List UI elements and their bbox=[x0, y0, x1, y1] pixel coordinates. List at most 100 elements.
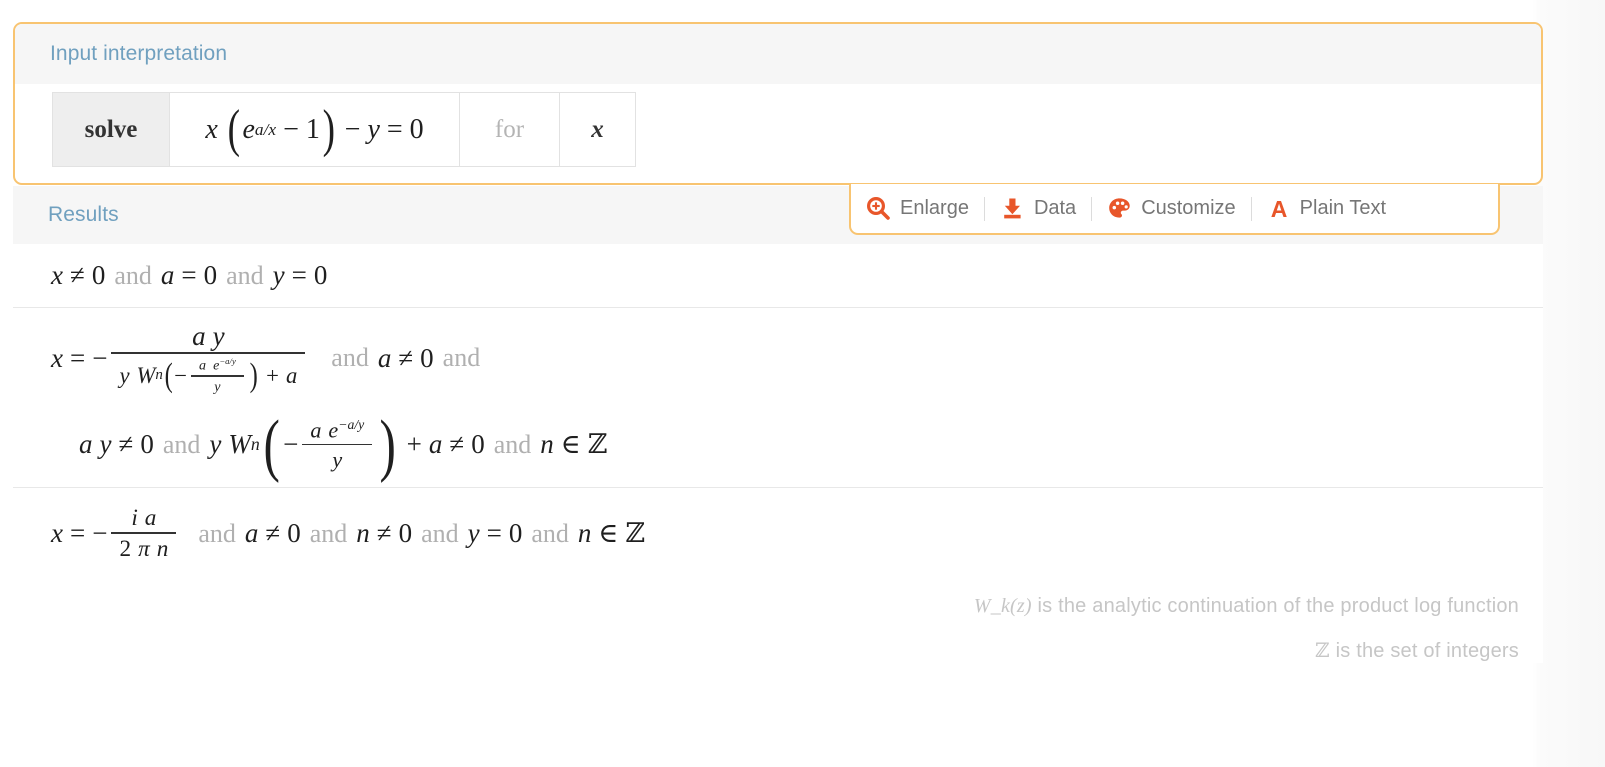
equation-cell: x(e a/x −1) − y = 0 bbox=[170, 93, 460, 166]
input-interpretation-pod: Input interpretation solve x(e a/x −1) − y = 0… bbox=[13, 22, 1543, 185]
input-interpretation-body: solve x(e a/x −1) − y = 0 for x bbox=[15, 84, 1541, 167]
result-1-expression: x ≠ 0 and a = 0 and y = 0 bbox=[51, 260, 1505, 291]
r2b-n: n bbox=[540, 429, 554, 460]
r2b-zero-1: 0 bbox=[140, 429, 154, 460]
r2b-y: y bbox=[99, 429, 112, 460]
download-icon bbox=[1000, 196, 1025, 221]
r3-eq: = bbox=[69, 518, 86, 549]
r3-integers: ℤ bbox=[625, 518, 646, 549]
r1-zero-2: 0 bbox=[203, 260, 218, 290]
r2-den-y: y bbox=[119, 362, 130, 388]
r3-num-i: i bbox=[131, 504, 138, 531]
r2b-num-a: a bbox=[310, 417, 322, 443]
equals-sign: = bbox=[386, 113, 403, 145]
r3-in: ∈ bbox=[598, 518, 619, 549]
result-2-expression-line2: a y ≠ 0 and y Wn(− a e−a/y y ) + a ≠ 0 and n ∈ ℤ bbox=[51, 405, 1505, 484]
r2b-neq-2: ≠ bbox=[449, 429, 465, 460]
r3-and-3: and bbox=[421, 518, 459, 548]
r1-var-a: a bbox=[160, 260, 175, 290]
r3-minus: − bbox=[92, 518, 108, 549]
number-one: 1 bbox=[305, 113, 320, 145]
r3-fraction: ia 2πn bbox=[111, 506, 177, 562]
r3-zero-1: 0 bbox=[287, 518, 301, 549]
r3-numerator: ia bbox=[123, 506, 164, 532]
r2-inner-y: y bbox=[214, 378, 221, 395]
customize-button[interactable]: Customize bbox=[1092, 184, 1250, 233]
footnote-symbol-W: W_k(z) bbox=[973, 595, 1032, 618]
footnote-text-W: is the analytic continuation of the prod… bbox=[1031, 595, 1519, 618]
r2b-and-1: and bbox=[162, 429, 201, 459]
minus-sign-2: − bbox=[344, 113, 361, 145]
magnifier-plus-icon bbox=[866, 196, 891, 221]
r2b-den-y: y bbox=[332, 447, 343, 473]
footnote-integers: ℤ is the set of integers bbox=[13, 638, 1519, 663]
r2-den-rparen: ) bbox=[249, 357, 258, 395]
r2b-W-subscript: n bbox=[250, 434, 260, 455]
r2-inner-exponent: −a/y bbox=[219, 355, 236, 366]
r2b-num-exponent: −a/y bbox=[338, 417, 365, 433]
plain-text-label: Plain Text bbox=[1299, 197, 1387, 219]
r2-cond-neq: ≠ bbox=[398, 342, 414, 373]
r3-den-n: n bbox=[156, 535, 169, 562]
r1-eq-1: = bbox=[181, 260, 197, 290]
r2-den-plus: + bbox=[266, 362, 279, 388]
plain-text-button[interactable]: A Plain Text bbox=[1252, 184, 1401, 233]
solve-variable: x bbox=[591, 115, 604, 143]
number-zero: 0 bbox=[409, 113, 424, 145]
r2b-num: a e−a/y bbox=[302, 417, 372, 444]
r2b-num-e: e bbox=[328, 417, 339, 443]
r3-cond-a: a bbox=[244, 518, 259, 549]
r2-inner-num: a e−a/y bbox=[191, 355, 244, 375]
result-3-expression: x = − ia 2πn and a ≠ 0 and n ≠ 0 and y = 0 and n… bbox=[51, 506, 1505, 561]
r2-numerator: ay bbox=[184, 322, 232, 352]
r1-neq-1: ≠ bbox=[69, 260, 85, 290]
r2b-neq-1: ≠ bbox=[118, 429, 134, 460]
footnote-productlog: W_k(z) is the analytic continuation of t… bbox=[13, 595, 1519, 618]
result-2-expression-line1: x = − ay y Wn(− a e−a/y y ) + a and a ≠ … bbox=[51, 322, 1505, 395]
r2b-minus: − bbox=[283, 429, 299, 460]
r2b-integers: ℤ bbox=[587, 429, 608, 460]
r2b-den: y bbox=[324, 445, 350, 471]
r1-var-y: y bbox=[272, 260, 285, 290]
r3-var-x: x bbox=[51, 518, 63, 549]
r2-and-2: and bbox=[442, 343, 481, 373]
r2-den-W-subscript: n bbox=[155, 366, 163, 383]
solve-expression-grid: solve x(e a/x −1) − y = 0 for x bbox=[52, 92, 636, 167]
r3-cond-y: y bbox=[467, 518, 480, 549]
r2-var-x: x bbox=[51, 342, 63, 373]
r2-den-lparen: ( bbox=[164, 357, 173, 395]
r2b-a: a bbox=[79, 429, 93, 460]
data-label: Data bbox=[1033, 197, 1077, 219]
r2b-rparen: ) bbox=[379, 405, 397, 484]
r2b-W: W bbox=[228, 429, 251, 460]
footnotes-container: W_k(z) is the analytic continuation of t… bbox=[13, 577, 1543, 663]
r1-zero-3: 0 bbox=[313, 260, 328, 290]
pod-title-input: Input interpretation bbox=[50, 42, 228, 65]
r2b-zero-2: 0 bbox=[471, 429, 485, 460]
footnote-symbol-Z: ℤ bbox=[1315, 640, 1330, 663]
r2-den-a: a bbox=[285, 362, 298, 388]
enlarge-button[interactable]: Enlarge bbox=[851, 184, 984, 233]
r2-main-fraction: ay y Wn(− a e−a/y y ) + a bbox=[111, 322, 306, 395]
r2-minus: − bbox=[92, 342, 108, 373]
r1-var-x: x bbox=[51, 260, 63, 290]
data-button[interactable]: Data bbox=[985, 184, 1091, 233]
solve-keyword-cell: solve bbox=[53, 93, 170, 166]
r2-cond-a: a bbox=[377, 342, 392, 373]
customize-label: Customize bbox=[1141, 197, 1236, 219]
r2-inner-fraction: a e−a/y y bbox=[191, 355, 244, 395]
result-row: x = − ia 2πn and a ≠ 0 and n ≠ 0 and y = 0 and n… bbox=[13, 488, 1543, 577]
results-toolbar: Enlarge Data Customize A Plain Text bbox=[849, 184, 1500, 235]
r3-zero-2: 0 bbox=[398, 518, 413, 549]
for-keyword-cell: for bbox=[460, 93, 560, 166]
r3-cond-n: n bbox=[356, 518, 370, 549]
r1-and-1: and bbox=[114, 260, 152, 290]
r3-eq-2: = bbox=[486, 518, 502, 549]
var-y: y bbox=[367, 113, 380, 145]
r2b-in: ∈ bbox=[560, 429, 581, 460]
r2-inner-den: y bbox=[206, 377, 228, 395]
r2-den-minus: − bbox=[174, 362, 188, 388]
r2-cond-zero: 0 bbox=[420, 342, 434, 373]
r2-and-1: and bbox=[331, 343, 369, 373]
var-x: x bbox=[205, 113, 218, 145]
